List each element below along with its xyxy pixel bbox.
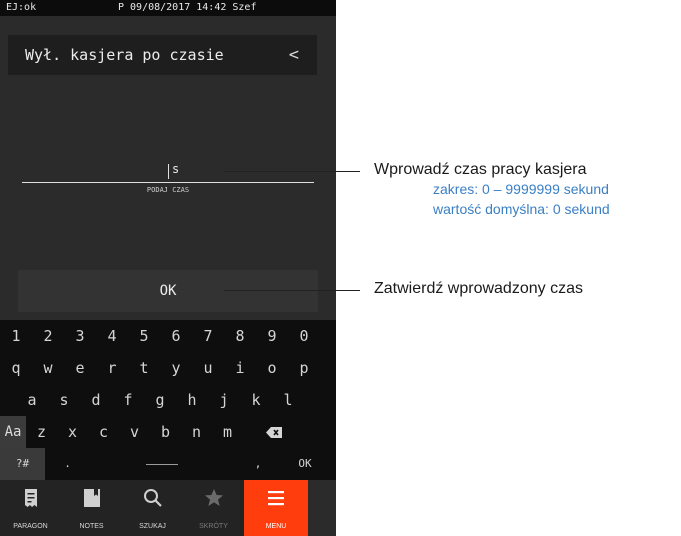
key-n[interactable]: n bbox=[181, 416, 212, 448]
notebook-icon bbox=[83, 489, 100, 507]
bottom-nav: PARAGON NOTES SZUKAJ SKRÓTY MENU bbox=[0, 480, 336, 536]
key-x[interactable]: x bbox=[57, 416, 88, 448]
callout-input-title: Wprowadź czas pracy kasjera bbox=[374, 161, 587, 178]
key-symbols[interactable]: ?# bbox=[0, 448, 45, 480]
key-w[interactable]: w bbox=[32, 352, 64, 384]
menu-icon bbox=[268, 491, 284, 506]
key-1[interactable]: 1 bbox=[0, 320, 32, 352]
key-r[interactable]: r bbox=[96, 352, 128, 384]
key-6[interactable]: 6 bbox=[160, 320, 192, 352]
status-bar: EJ:ok P 09/08/2017 14:42 Szef bbox=[0, 0, 336, 16]
key-comma[interactable]: , bbox=[242, 448, 274, 480]
key-3[interactable]: 3 bbox=[64, 320, 96, 352]
nav-menu[interactable]: MENU bbox=[244, 480, 308, 536]
key-v[interactable]: v bbox=[119, 416, 150, 448]
key-4[interactable]: 4 bbox=[96, 320, 128, 352]
key-shift[interactable]: Aa bbox=[0, 416, 26, 448]
nav-label-szukaj: SZUKAJ bbox=[139, 523, 166, 530]
key-9[interactable]: 9 bbox=[256, 320, 288, 352]
back-icon[interactable]: < bbox=[289, 35, 299, 75]
status-datetime: P 09/08/2017 14:42 Szef bbox=[118, 2, 257, 13]
callout-input-default: wartość domyślna: 0 sekund bbox=[433, 201, 610, 217]
key-8[interactable]: 8 bbox=[224, 320, 256, 352]
key-k[interactable]: k bbox=[240, 384, 272, 416]
keyboard-row-zxcv: Aa z x c v b n m bbox=[0, 416, 336, 448]
key-e[interactable]: e bbox=[64, 352, 96, 384]
nav-label-skroty: SKRÓTY bbox=[199, 523, 228, 530]
key-0[interactable]: 0 bbox=[288, 320, 320, 352]
time-input-value: s bbox=[172, 162, 180, 176]
key-b[interactable]: b bbox=[150, 416, 181, 448]
callout-input-range: zakres: 0 – 9999999 sekund bbox=[433, 181, 609, 197]
callout-ok: Zatwierdź wprowadzony czas bbox=[374, 280, 583, 298]
key-dot[interactable]: . bbox=[45, 448, 90, 480]
space-bar-mark bbox=[146, 464, 178, 465]
search-icon bbox=[143, 489, 162, 507]
key-h[interactable]: h bbox=[176, 384, 208, 416]
keyboard-row-digits: 1234567890 bbox=[0, 320, 336, 352]
key-t[interactable]: t bbox=[128, 352, 160, 384]
key-d[interactable]: d bbox=[80, 384, 112, 416]
key-i[interactable]: i bbox=[224, 352, 256, 384]
screen-header: Wył. kasjera po czasie < bbox=[8, 35, 317, 75]
keyboard-row-qwerty: qwertyuiop bbox=[0, 352, 336, 384]
nav-label-paragon: PARAGON bbox=[13, 523, 48, 530]
keyboard: 1234567890 qwertyuiop asdfghjkl Aa z x c v b n… bbox=[0, 320, 336, 480]
key-f[interactable]: f bbox=[112, 384, 144, 416]
key-space[interactable] bbox=[90, 448, 242, 480]
page-title: Wył. kasjera po czasie bbox=[25, 46, 224, 64]
key-backspace[interactable] bbox=[243, 416, 305, 448]
callout-ok-title: Zatwierdź wprowadzony czas bbox=[374, 280, 583, 297]
keyboard-row-bottom: ?# . , OK bbox=[0, 448, 336, 480]
nav-label-menu: MENU bbox=[265, 523, 287, 530]
key-s[interactable]: s bbox=[48, 384, 80, 416]
key-z[interactable]: z bbox=[26, 416, 57, 448]
star-icon bbox=[204, 489, 223, 506]
key-u[interactable]: u bbox=[192, 352, 224, 384]
input-hint: PODAJ CZAS bbox=[146, 186, 190, 194]
text-caret bbox=[168, 164, 169, 179]
key-o[interactable]: o bbox=[256, 352, 288, 384]
key-l[interactable]: l bbox=[272, 384, 304, 416]
nav-notes[interactable]: NOTES bbox=[61, 480, 122, 536]
backspace-icon bbox=[266, 427, 282, 438]
key-y[interactable]: y bbox=[160, 352, 192, 384]
key-m[interactable]: m bbox=[212, 416, 243, 448]
device-screen: EJ:ok P 09/08/2017 14:42 Szef Wył. kasje… bbox=[0, 0, 336, 536]
key-j[interactable]: j bbox=[208, 384, 240, 416]
nav-paragon[interactable]: PARAGON bbox=[0, 480, 61, 536]
time-input-field[interactable]: s PODAJ CZAS bbox=[22, 160, 314, 200]
key-ok[interactable]: OK bbox=[274, 448, 336, 480]
key-c[interactable]: c bbox=[88, 416, 119, 448]
key-2[interactable]: 2 bbox=[32, 320, 64, 352]
nav-label-notes: NOTES bbox=[79, 523, 104, 530]
status-ej: EJ:ok bbox=[6, 2, 37, 13]
ok-button[interactable]: OK bbox=[18, 270, 318, 312]
key-g[interactable]: g bbox=[144, 384, 176, 416]
key-a[interactable]: a bbox=[16, 384, 48, 416]
callout-input: Wprowadź czas pracy kasjera zakres: 0 – … bbox=[374, 161, 610, 217]
receipt-icon bbox=[24, 489, 37, 507]
key-7[interactable]: 7 bbox=[192, 320, 224, 352]
callout-line-ok bbox=[224, 290, 360, 291]
input-underline bbox=[22, 182, 314, 183]
nav-szukaj[interactable]: SZUKAJ bbox=[122, 480, 183, 536]
key-p[interactable]: p bbox=[288, 352, 320, 384]
key-5[interactable]: 5 bbox=[128, 320, 160, 352]
callout-line-input bbox=[224, 171, 360, 172]
nav-skroty[interactable]: SKRÓTY bbox=[183, 480, 244, 536]
key-q[interactable]: q bbox=[0, 352, 32, 384]
keyboard-row-asdf: asdfghjkl bbox=[0, 384, 336, 416]
